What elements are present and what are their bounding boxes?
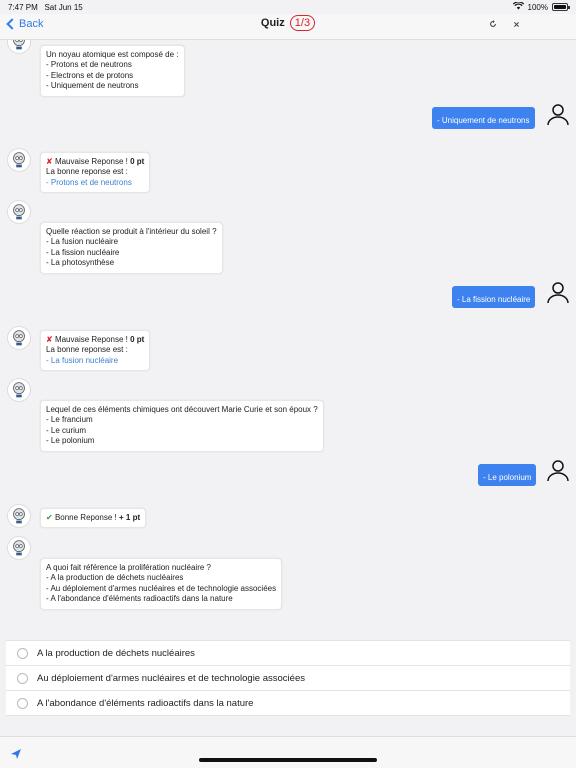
bot-avatar bbox=[7, 504, 31, 528]
user-avatar bbox=[546, 280, 570, 304]
status-time: 7:47 PM Sat Jun 15 bbox=[8, 3, 83, 12]
user-avatar bbox=[546, 102, 570, 126]
user-message-answer: - Le polonium bbox=[478, 464, 537, 486]
bot-avatar bbox=[7, 536, 31, 560]
battery-percent: 100% bbox=[527, 2, 548, 12]
bot-message-result: ✘ Mauvaise Reponse ! 0 pt La bonne repon… bbox=[40, 152, 151, 194]
bot-message-question: Quelle réaction se produit à l'intérieur… bbox=[40, 222, 223, 274]
answer-option[interactable]: A la production de déchets nucléaires bbox=[6, 641, 570, 666]
user-avatar bbox=[546, 458, 570, 482]
bot-avatar bbox=[7, 378, 31, 402]
bot-avatar bbox=[7, 326, 31, 350]
wrong-icon: ✘ bbox=[46, 335, 53, 344]
answer-option-label: A la production de déchets nucléaires bbox=[37, 647, 195, 659]
bot-avatar bbox=[7, 148, 31, 172]
bot-message-result: ✘ Mauvaise Reponse ! 0 pt La bonne repon… bbox=[40, 330, 151, 372]
radio-button[interactable] bbox=[17, 647, 28, 659]
bot-avatar bbox=[7, 40, 31, 54]
close-icon[interactable] bbox=[513, 20, 520, 30]
bot-message-result: ✔ Bonne Reponse ! + 1 pt bbox=[40, 508, 147, 529]
nav-bar: Back Quiz 1/3 bbox=[0, 14, 576, 40]
refresh-icon[interactable] bbox=[489, 20, 497, 30]
chat-thread[interactable]: Un noyau atomique est composé de : - Pro… bbox=[0, 40, 576, 635]
wrong-icon: ✘ bbox=[46, 157, 53, 166]
home-indicator bbox=[199, 758, 377, 762]
answer-option-label: Au déploiement d'armes nucléaires et de … bbox=[37, 672, 305, 684]
answer-option-label: A l'abondance d'éléments radioactifs dan… bbox=[37, 697, 254, 709]
answer-options: A la production de déchets nucléaires Au… bbox=[6, 640, 570, 716]
bot-avatar bbox=[7, 200, 31, 224]
bot-message-question: Lequel de ces éléments chimiques ont déc… bbox=[40, 400, 324, 452]
nav-actions bbox=[489, 20, 520, 30]
user-message-answer: - La fission nucléaire bbox=[452, 286, 536, 308]
check-icon: ✔ bbox=[46, 513, 53, 522]
status-right: 100% bbox=[512, 1, 570, 12]
answer-option[interactable]: Au déploiement d'armes nucléaires et de … bbox=[6, 666, 570, 691]
radio-button[interactable] bbox=[17, 672, 28, 684]
bot-message-question: A quoi fait référence la prolifération n… bbox=[40, 558, 283, 610]
quiz-progress: 1/3 bbox=[289, 15, 316, 31]
user-message-answer: - Uniquement de neutrons bbox=[432, 107, 535, 129]
answer-option[interactable]: A l'abondance d'éléments radioactifs dan… bbox=[6, 691, 570, 716]
radio-button[interactable] bbox=[17, 697, 28, 709]
input-bar bbox=[0, 736, 576, 768]
send-icon[interactable] bbox=[10, 747, 22, 759]
battery-icon bbox=[552, 3, 570, 11]
wifi-icon bbox=[512, 1, 524, 12]
status-bar: 7:47 PM Sat Jun 15 100% bbox=[0, 0, 576, 14]
bot-message-question: Un noyau atomique est composé de : - Pro… bbox=[40, 45, 185, 97]
